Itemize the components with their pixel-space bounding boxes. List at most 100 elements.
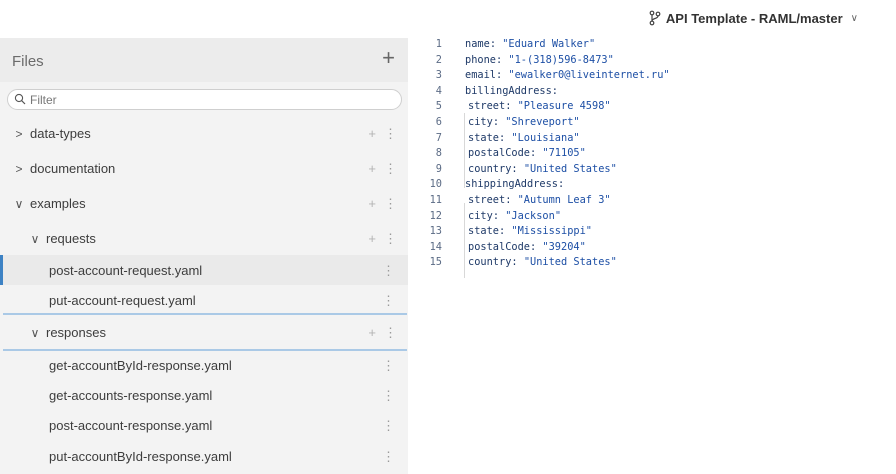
- yaml-value: "1-(318)596-8473": [508, 53, 614, 66]
- more-icon[interactable]: ⋮: [384, 232, 397, 245]
- line-number: 15: [429, 256, 442, 269]
- add-icon[interactable]: +: [368, 162, 376, 175]
- yaml-key: name: [465, 38, 490, 50]
- code-line[interactable]: 11 street: "Autumn Leaf 3": [410, 194, 896, 209]
- folder-label: requests: [46, 231, 96, 246]
- yaml-value: "Louisiana": [511, 131, 580, 144]
- file-post-account-response[interactable]: post-account-response.yaml ⋮: [0, 410, 408, 440]
- code-text: state: "Louisiana": [468, 131, 580, 144]
- yaml-key: street: [468, 194, 506, 206]
- chevron-down-icon[interactable]: ∨: [28, 326, 42, 340]
- line-number: 2: [435, 53, 442, 66]
- folder-label: data-types: [30, 126, 91, 141]
- line-number: 10: [429, 178, 442, 191]
- yaml-key: street: [468, 100, 506, 113]
- more-icon[interactable]: ⋮: [384, 197, 397, 210]
- code-line[interactable]: 8 postalCode: "71105": [410, 147, 896, 162]
- folder-examples[interactable]: ∨ examples + ⋮: [0, 188, 408, 219]
- code-text: city: "Jackson": [468, 209, 562, 222]
- code-text: country: "United States": [468, 162, 617, 175]
- code-line[interactable]: 1 name: "Eduard Walker": [410, 38, 896, 53]
- yaml-key: country: [468, 162, 512, 175]
- folder-data-types[interactable]: > data-types + ⋮: [0, 118, 408, 149]
- files-header: Files +: [0, 38, 408, 82]
- add-icon[interactable]: +: [368, 127, 376, 140]
- chevron-right-icon[interactable]: >: [12, 162, 26, 176]
- chevron-right-icon[interactable]: >: [12, 127, 26, 141]
- code-line[interactable]: 10 shippingAddress:: [410, 178, 896, 193]
- code-line[interactable]: 3 email: "ewalker0@liveinternet.ru": [410, 69, 896, 84]
- code-line[interactable]: 6 city: "Shreveport": [410, 116, 896, 131]
- line-number: 6: [435, 116, 442, 128]
- line-number: 13: [429, 225, 442, 238]
- code-text: billingAddress:: [465, 84, 558, 97]
- code-text: postalCode: "39204": [468, 240, 586, 253]
- project-name: API Template - RAML/master: [665, 10, 843, 26]
- add-icon[interactable]: +: [368, 232, 376, 245]
- code-editor[interactable]: 1 name: "Eduard Walker" 2 phone: "1-(318)59…: [410, 38, 896, 474]
- more-icon[interactable]: ⋮: [382, 293, 395, 309]
- file-post-account-request[interactable]: post-account-request.yaml ⋮: [0, 255, 408, 285]
- file-put-accountbyid-response[interactable]: put-accountById-response.yaml ⋮: [0, 441, 408, 471]
- code-text: street: "Pleasure 4598": [468, 100, 611, 113]
- more-icon[interactable]: ⋮: [382, 388, 395, 404]
- yaml-value: "Eduard Walker": [502, 38, 596, 50]
- code-text: city: "Shreveport": [468, 116, 580, 128]
- code-line[interactable]: 9 country: "United States": [410, 163, 896, 178]
- yaml-key: phone: [465, 53, 496, 66]
- code-line[interactable]: 5 street: "Pleasure 4598": [410, 100, 896, 115]
- file-label: get-accountById-response.yaml: [49, 358, 232, 373]
- code-line[interactable]: 14 postalCode: "39204": [410, 241, 896, 256]
- folder-documentation[interactable]: > documentation + ⋮: [0, 153, 408, 184]
- more-icon[interactable]: ⋮: [384, 127, 397, 140]
- code-text: name: "Eduard Walker": [465, 38, 596, 50]
- more-icon[interactable]: ⋮: [382, 449, 395, 465]
- code-line[interactable]: 13 state: "Mississippi": [410, 225, 896, 240]
- chevron-down-icon[interactable]: ∨: [12, 197, 26, 211]
- code-line[interactable]: 15 country: "United States": [410, 256, 896, 271]
- file-get-accountbyid-response[interactable]: get-accountById-response.yaml ⋮: [0, 350, 408, 380]
- chevron-down-icon[interactable]: ∨: [28, 232, 42, 246]
- yaml-key: city: [468, 209, 493, 222]
- top-bar: API Template - RAML/master ∨: [0, 0, 896, 38]
- more-icon[interactable]: ⋮: [382, 358, 395, 374]
- yaml-value: "39204": [542, 240, 586, 253]
- code-text: street: "Autumn Leaf 3": [468, 194, 611, 206]
- code-line[interactable]: 4 billingAddress:: [410, 85, 896, 100]
- line-number: 11: [429, 194, 442, 206]
- add-icon[interactable]: +: [368, 197, 376, 210]
- code-line[interactable]: 12 city: "Jackson": [410, 210, 896, 225]
- yaml-key: country: [468, 256, 512, 269]
- more-icon[interactable]: ⋮: [384, 326, 397, 339]
- folder-label: documentation: [30, 161, 116, 176]
- code-line[interactable]: 7 state: "Louisiana": [410, 132, 896, 147]
- add-icon[interactable]: +: [368, 326, 376, 339]
- folder-requests[interactable]: ∨ requests + ⋮: [0, 223, 408, 254]
- yaml-value: "ewalker0@liveinternet.ru": [508, 69, 670, 82]
- more-icon[interactable]: ⋮: [382, 418, 395, 434]
- line-number: 12: [429, 209, 442, 222]
- more-icon[interactable]: ⋮: [382, 263, 395, 279]
- chevron-down-icon[interactable]: ∨: [851, 13, 858, 24]
- folder-responses[interactable]: ∨ responses + ⋮: [0, 317, 408, 348]
- file-get-accounts-response[interactable]: get-accounts-response.yaml ⋮: [0, 380, 408, 410]
- line-number: 5: [435, 100, 442, 113]
- more-icon[interactable]: ⋮: [384, 162, 397, 175]
- filter-input[interactable]: [30, 91, 390, 108]
- file-put-account-request[interactable]: put-account-request.yaml ⋮: [0, 285, 408, 315]
- yaml-key: postalCode: [468, 147, 530, 160]
- yaml-value: "United States": [523, 162, 617, 175]
- project-switcher[interactable]: API Template - RAML/master ∨: [648, 10, 858, 26]
- yaml-key: email: [465, 69, 496, 82]
- line-number: 14: [429, 240, 442, 253]
- search-icon: [14, 93, 26, 105]
- folder-label: responses: [46, 325, 106, 340]
- file-label: post-account-response.yaml: [49, 418, 213, 433]
- yaml-value: "Jackson": [505, 209, 562, 222]
- yaml-key: city: [468, 116, 493, 128]
- code-line[interactable]: 2 phone: "1-(318)596-8473": [410, 54, 896, 69]
- yaml-value: "United States": [523, 256, 617, 269]
- files-sidebar: Files + > data-types + ⋮ > documentation …: [0, 38, 408, 474]
- code-text: postalCode: "71105": [468, 147, 586, 160]
- add-file-button[interactable]: +: [382, 47, 395, 69]
